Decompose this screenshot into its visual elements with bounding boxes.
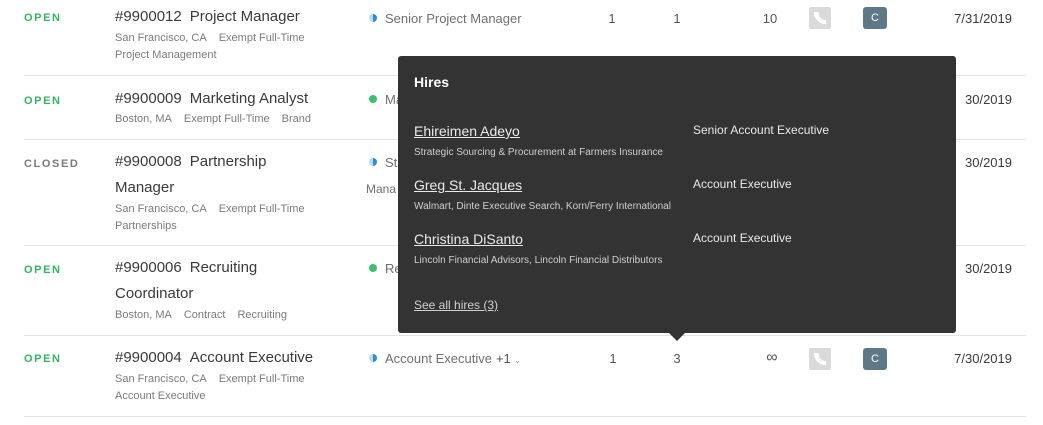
hire-role: Account Executive	[693, 177, 792, 191]
job-meta: San Francisco, CA Exempt Full-Time Accoun…	[115, 371, 304, 405]
job-title-text: Recruiting	[189, 259, 258, 276]
job-title-text: Partnership	[189, 153, 267, 170]
date: 7/30/2019	[954, 351, 1012, 366]
count-col-1[interactable]: 1	[597, 11, 627, 26]
job-number: #9900004	[115, 349, 182, 366]
hire-role: Senior Account Executive	[693, 123, 830, 137]
job-employment: Exempt Full-Time	[218, 373, 305, 385]
see-all-hires-link[interactable]: See all hires (3)	[414, 298, 498, 312]
date: 7/31/2019	[954, 11, 1012, 26]
pipeline-stage[interactable]: Re	[369, 261, 402, 276]
hire-name-link[interactable]: Christina DiSanto	[414, 231, 523, 247]
pipeline-stage[interactable]: Account Executive +1 ⌄	[369, 351, 521, 366]
half-circle-icon	[369, 158, 377, 166]
status-badge: OPEN	[24, 264, 62, 276]
job-title-text: Project Manager	[189, 8, 300, 25]
job-department: Recruiting	[237, 309, 287, 321]
job-employment: Exempt Full-Time	[183, 113, 270, 125]
half-circle-icon	[369, 14, 377, 22]
job-location: San Francisco, CA	[115, 373, 207, 385]
job-number: #9900012	[115, 8, 182, 25]
job-meta: Boston, MA Exempt Full-Time Brand	[115, 111, 311, 128]
coordinator-badge[interactable]: C	[863, 348, 887, 370]
dot-icon	[369, 264, 377, 272]
job-location: San Francisco, CA	[115, 32, 207, 44]
job-location: Boston, MA	[115, 309, 172, 321]
job-title[interactable]: #9900006 Recruiting Coordinator	[115, 255, 355, 307]
hire-company: Strategic Sourcing & Procurement at Farm…	[414, 147, 663, 158]
phone-disabled-icon[interactable]	[809, 7, 831, 29]
pipeline-label: Account Executive	[385, 351, 492, 366]
popover-arrow	[669, 333, 685, 341]
popover-title: Hires	[414, 74, 450, 90]
job-department: Brand	[281, 113, 311, 125]
hire-role: Account Executive	[693, 231, 792, 245]
job-meta: San Francisco, CA Exempt Full-Time Projec…	[115, 30, 304, 64]
job-employment: Contract	[183, 309, 226, 321]
pipeline-label: St	[385, 155, 398, 170]
pipeline-stage[interactable]: Senior Project Manager	[369, 11, 522, 26]
count-col-2[interactable]: 3	[662, 351, 692, 366]
status-badge: CLOSED	[24, 158, 80, 170]
job-department: Project Management	[115, 49, 217, 61]
job-number: #9900009	[115, 90, 182, 107]
coordinator-badge[interactable]: C	[863, 7, 887, 29]
job-title[interactable]: #9900009 Marketing Analyst	[115, 86, 355, 112]
job-title-text-2: Manager	[115, 179, 175, 196]
job-meta: San Francisco, CA Exempt Full-Time Partne…	[115, 201, 304, 235]
hire-company: Lincoln Financial Advisors, Lincoln Fina…	[414, 255, 663, 266]
status-badge: OPEN	[24, 353, 62, 365]
job-title-text-2: Coordinator	[115, 285, 194, 302]
job-location: Boston, MA	[115, 113, 172, 125]
date: 30/2019	[965, 155, 1012, 170]
hire-name-link[interactable]: Greg St. Jacques	[414, 177, 522, 193]
job-number: #9900006	[115, 259, 182, 276]
date: 30/2019	[965, 92, 1012, 107]
date: 30/2019	[965, 261, 1012, 276]
pipeline-extra: Mana	[366, 182, 397, 196]
count-col-2[interactable]: 1	[662, 11, 692, 26]
hire-name-link[interactable]: Ehireimen Adeyo	[414, 123, 520, 139]
job-number: #9900008	[115, 153, 182, 170]
pipeline-label: Senior Project Manager	[385, 11, 522, 26]
status-badge: OPEN	[24, 95, 62, 107]
job-title[interactable]: #9900004 Account Executive	[115, 345, 355, 371]
chevron-down-icon[interactable]: ⌄	[514, 355, 522, 365]
job-title-text: Marketing Analyst	[189, 90, 309, 107]
count-col-3[interactable]: ∞	[757, 349, 787, 367]
job-location: San Francisco, CA	[115, 203, 207, 215]
job-employment: Exempt Full-Time	[218, 203, 305, 215]
phone-disabled-icon[interactable]	[809, 348, 831, 370]
hires-popover: Hires Ehireimen Adeyo Strategic Sourcing…	[398, 56, 956, 341]
count-col-3[interactable]: 10	[755, 11, 785, 26]
pipeline-stage[interactable]: St	[369, 155, 397, 170]
dot-icon	[369, 95, 377, 103]
pipeline-plus[interactable]: +1	[496, 351, 511, 366]
status-badge: OPEN	[24, 12, 62, 24]
job-department: Partnerships	[115, 220, 177, 232]
table-row[interactable]: OPEN #9900004 Account Executive San Franc…	[24, 335, 1026, 417]
job-department: Account Executive	[115, 390, 206, 402]
hire-company: Walmart, Dinte Executive Search, Korn/Fe…	[414, 201, 671, 212]
count-col-1[interactable]: 1	[598, 351, 628, 366]
half-circle-icon	[369, 354, 377, 362]
job-title[interactable]: #9900012 Project Manager	[115, 4, 355, 30]
job-title[interactable]: #9900008 Partnership Manager	[115, 149, 355, 201]
job-employment: Exempt Full-Time	[218, 32, 305, 44]
job-title-text: Account Executive	[189, 349, 314, 366]
job-meta: Boston, MA Contract Recruiting	[115, 307, 287, 324]
